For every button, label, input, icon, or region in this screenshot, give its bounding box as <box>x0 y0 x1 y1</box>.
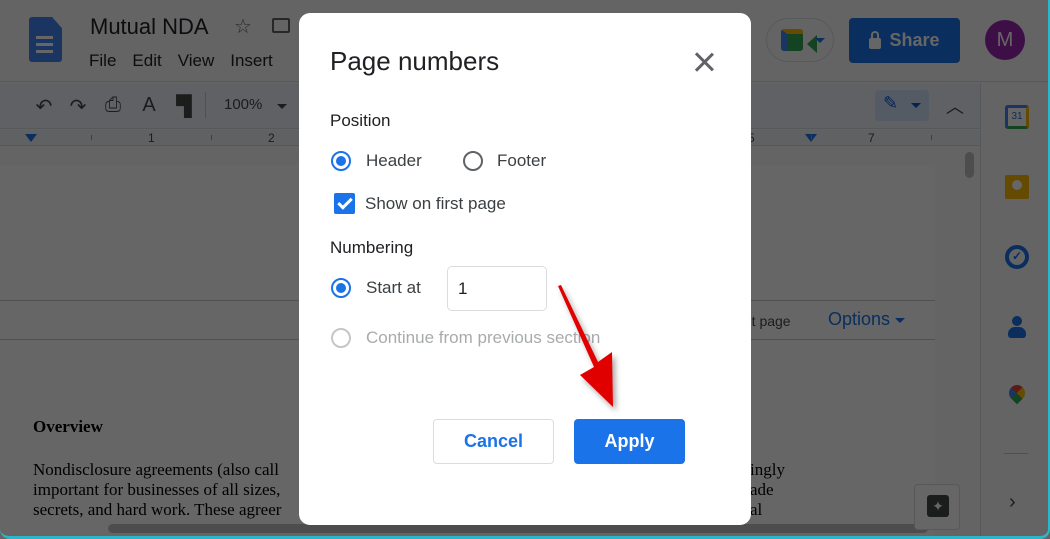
dialog-title: Page numbers <box>330 46 500 76</box>
cancel-button[interactable]: Cancel <box>433 419 554 464</box>
apply-button[interactable]: Apply <box>574 419 685 464</box>
header-radio[interactable] <box>331 151 351 171</box>
continue-label: Continue from previous section <box>366 328 601 347</box>
footer-radio-label[interactable]: Footer <box>497 151 546 171</box>
start-at-radio[interactable] <box>331 278 351 298</box>
continue-radio <box>331 328 351 348</box>
page-numbers-dialog: Page numbers Position Header Footer Show… <box>299 13 751 525</box>
show-on-first-page-checkbox[interactable] <box>334 193 355 214</box>
start-at-label[interactable]: Start at <box>366 278 421 298</box>
show-on-first-page-label[interactable]: Show on first page <box>365 194 506 214</box>
header-radio-label[interactable]: Header <box>366 151 422 171</box>
numbering-label: Numbering <box>330 238 414 257</box>
footer-radio[interactable] <box>463 151 483 171</box>
start-at-input[interactable] <box>447 266 547 311</box>
close-icon[interactable] <box>693 51 715 73</box>
position-label: Position <box>330 111 391 130</box>
